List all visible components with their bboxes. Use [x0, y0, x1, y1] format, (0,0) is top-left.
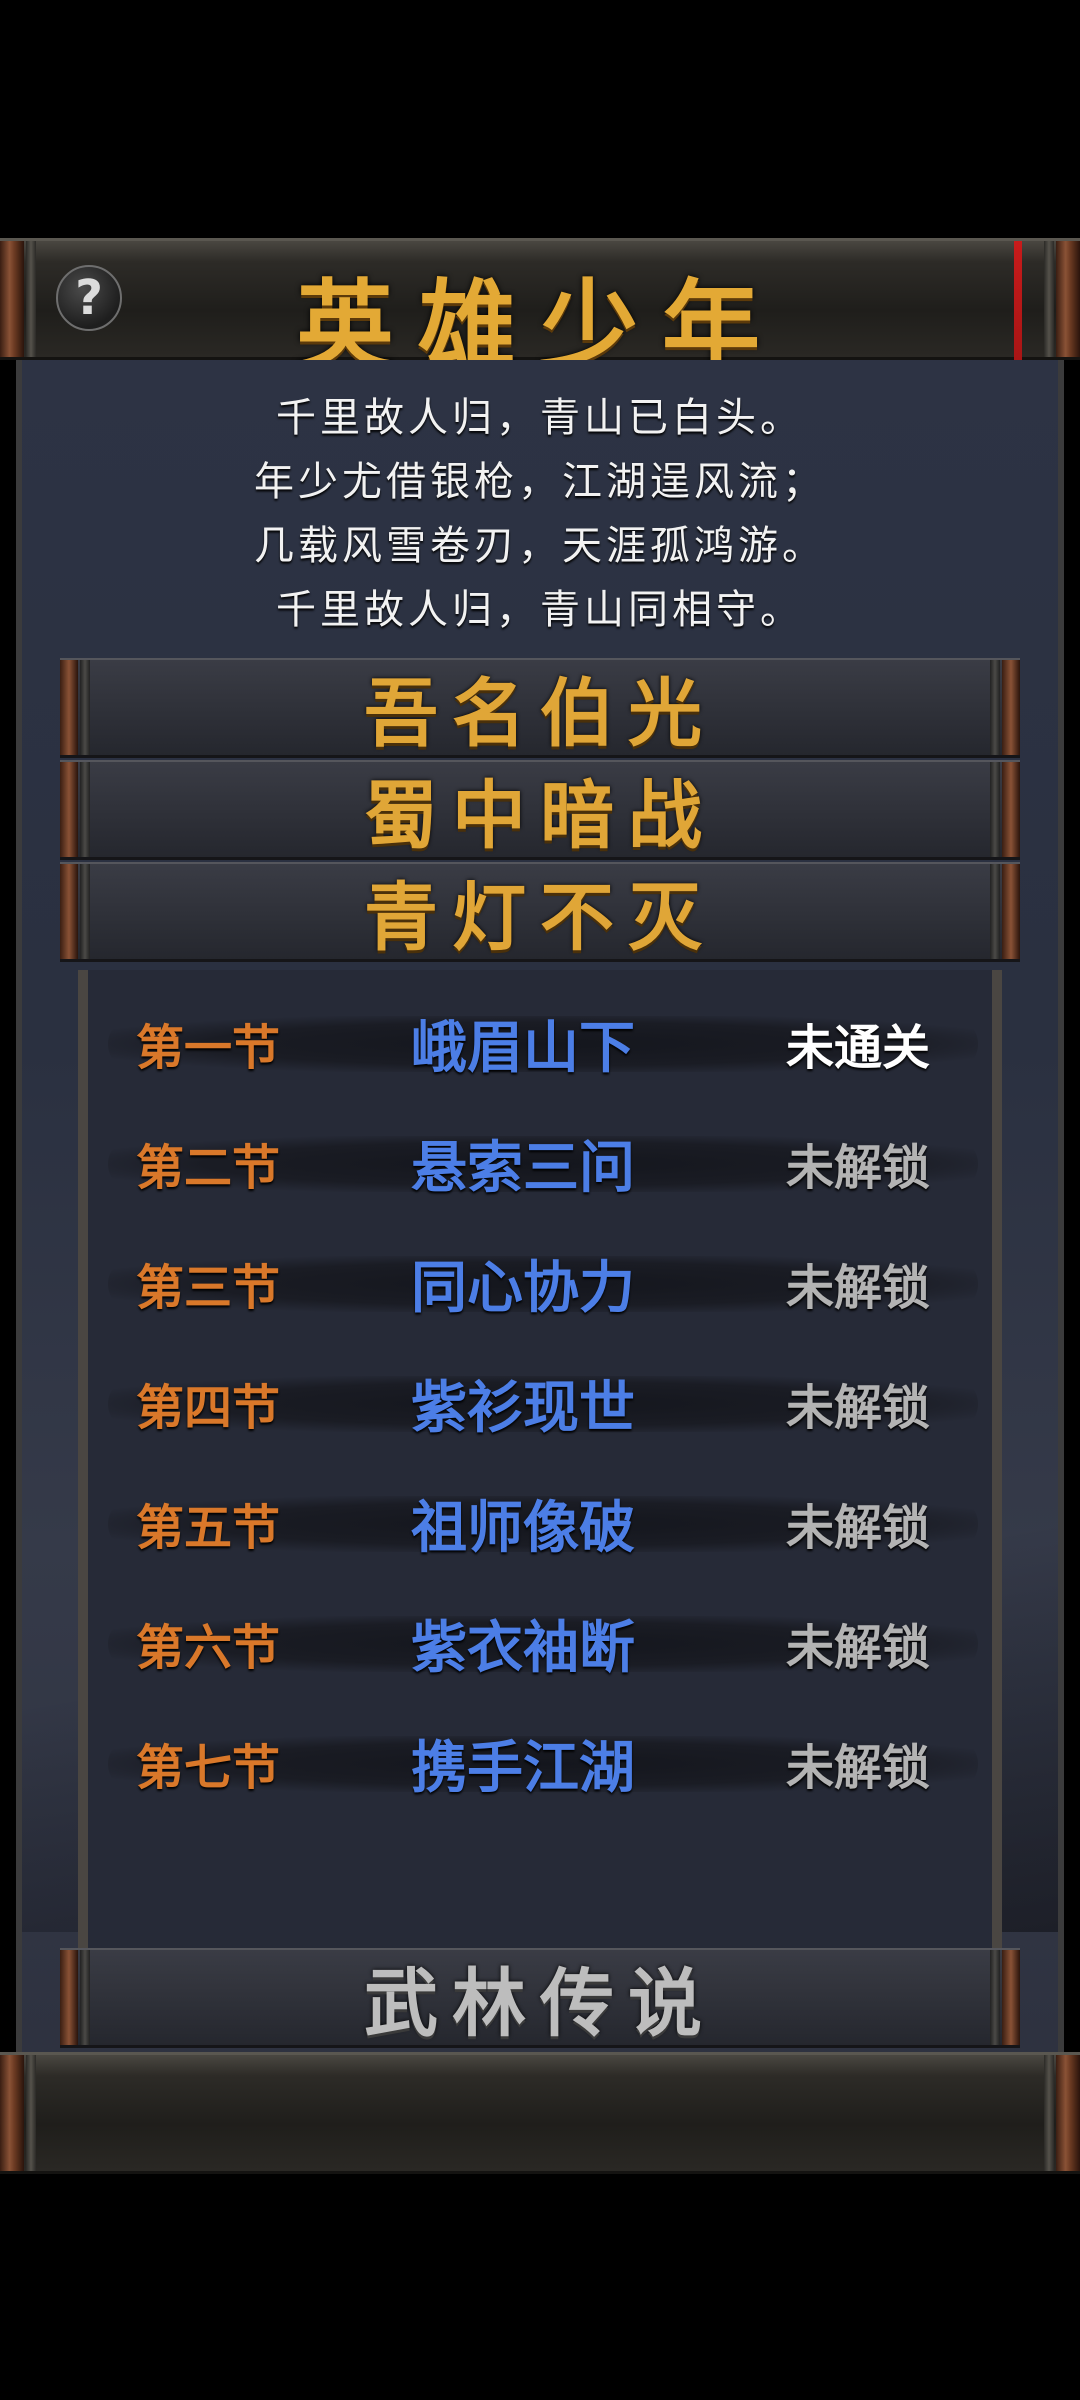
chapter-1-button[interactable]: 吾名伯光 — [60, 658, 1020, 758]
chapter-4-button[interactable]: 武林传说 — [60, 1948, 1020, 2048]
scroll-top-roller: 英雄少年 ? — [0, 238, 1080, 537]
section-row-3[interactable]: 第三节 同心协力 未解锁 — [108, 1238, 978, 1328]
chapter-label: 蜀中暗战 — [364, 773, 716, 859]
section-status: 未解锁 — [785, 1140, 930, 1196]
chapter-bar-end — [1002, 762, 1020, 857]
chapter-bar-end — [1002, 864, 1020, 959]
poem-line: 千里故人归，青山同相守。 — [276, 587, 804, 633]
section-status: 未通关 — [785, 1020, 930, 1076]
chapter-bar-edge — [80, 864, 90, 959]
chapter-bar-end — [1002, 660, 1020, 755]
chapter-bar-edge — [990, 1950, 1000, 2045]
section-row-5[interactable]: 第五节 祖师像破 未解锁 — [108, 1478, 978, 1568]
section-name: 紫衣袖断 — [411, 1615, 635, 1681]
chapter-bar-edge — [990, 864, 1000, 959]
section-status: 未解锁 — [785, 1740, 930, 1796]
section-number: 第四节 — [136, 1380, 281, 1436]
poem: 千里故人归，青山已白头。 年少尤借银枪，江湖逞风流； 几载风雪卷刃，天涯孤鸿游。… — [0, 386, 1080, 642]
roller-rail-right — [1044, 2055, 1054, 2171]
roller-cap-left — [0, 2055, 24, 2171]
section-number: 第三节 — [136, 1260, 281, 1316]
section-row-1[interactable]: 第一节 峨眉山下 未通关 — [108, 998, 978, 1088]
chapter-bar-edge — [80, 762, 90, 857]
chapter-bar-end — [60, 1950, 78, 2045]
scroll-frame: 英雄少年 ? 千里故人归，青山已白头。 年少尤借银枪，江湖逞风流； 几载风雪卷刃… — [0, 238, 1080, 2174]
chapter-bar-end — [1002, 1950, 1020, 2045]
chapter-bar-end — [60, 864, 78, 959]
section-name: 祖师像破 — [411, 1495, 635, 1561]
section-number: 第五节 — [136, 1500, 281, 1556]
chapter-label: 青灯不灭 — [364, 875, 716, 961]
chapter-bar-end — [60, 762, 78, 857]
section-status: 未解锁 — [785, 1620, 930, 1676]
section-number: 第一节 — [136, 1020, 281, 1076]
section-list: 第一节 峨眉山下 未通关 第二节 悬索三问 未解锁 第三节 同心协力 未解锁 第… — [78, 970, 1002, 1948]
section-row-2[interactable]: 第二节 悬索三问 未解锁 — [108, 1118, 978, 1208]
chapter-bar-edge — [80, 1950, 90, 2045]
section-row-6[interactable]: 第六节 紫衣袖断 未解锁 — [108, 1598, 978, 1688]
section-number: 第六节 — [136, 1620, 281, 1676]
help-button[interactable]: ? — [56, 265, 122, 331]
section-status: 未解锁 — [785, 1500, 930, 1556]
section-name: 携手江湖 — [411, 1735, 635, 1801]
poem-line: 几载风雪卷刃，天涯孤鸿游。 — [254, 523, 826, 569]
section-name: 同心协力 — [411, 1255, 635, 1321]
roller-rail-left — [26, 2055, 36, 2171]
chapter-bar-edge — [990, 660, 1000, 755]
scroll-bottom-roller — [0, 2052, 1080, 2174]
section-name: 紫衫现世 — [411, 1375, 635, 1441]
chapter-3-button[interactable]: 青灯不灭 — [60, 862, 1020, 962]
chapter-2-button[interactable]: 蜀中暗战 — [60, 760, 1020, 860]
section-number: 第七节 — [136, 1740, 281, 1796]
section-row-7[interactable]: 第七节 携手江湖 未解锁 — [108, 1718, 978, 1808]
poem-line: 千里故人归，青山已白头。 — [276, 395, 804, 441]
section-status: 未解锁 — [785, 1380, 930, 1436]
chapter-label: 吾名伯光 — [364, 671, 716, 757]
chapter-bar-end — [60, 660, 78, 755]
poem-line: 年少尤借银枪，江湖逞风流； — [254, 459, 826, 505]
question-mark-icon: ? — [75, 270, 103, 326]
chapter-label: 武林传说 — [364, 1961, 716, 2047]
section-name: 峨眉山下 — [411, 1015, 635, 1081]
section-number: 第二节 — [136, 1140, 281, 1196]
chapter-bar-edge — [990, 762, 1000, 857]
roller-cap-right — [1056, 2055, 1080, 2171]
section-status: 未解锁 — [785, 1260, 930, 1316]
chapter-bar-edge — [80, 660, 90, 755]
section-row-4[interactable]: 第四节 紫衫现世 未解锁 — [108, 1358, 978, 1448]
section-name: 悬索三问 — [411, 1135, 635, 1201]
